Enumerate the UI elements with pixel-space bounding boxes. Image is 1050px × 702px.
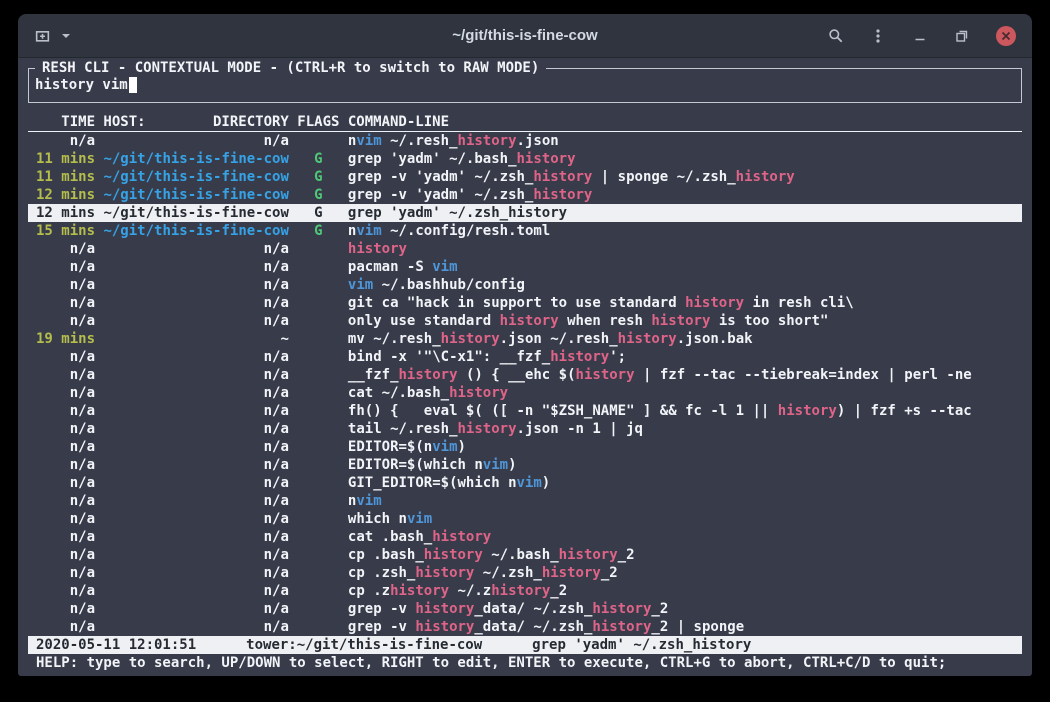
close-icon: [1001, 31, 1011, 41]
history-row[interactable]: n/a n/a EDITOR=$(which nvim): [28, 456, 1022, 474]
menu-kebab-icon: [870, 28, 886, 44]
history-row[interactable]: n/a n/a cp .zsh_history ~/.zsh_history_2: [28, 564, 1022, 582]
history-row[interactable]: n/a n/a nvim: [28, 492, 1022, 510]
terminal-content[interactable]: RESH CLI - CONTEXTUAL MODE - (CTRL+R to …: [18, 58, 1032, 676]
text-cursor: [129, 77, 137, 93]
history-row[interactable]: n/a n/a __fzf_history () { __ehc $(histo…: [28, 366, 1022, 384]
status-datetime: 2020-05-11 12:01:51: [36, 637, 196, 653]
history-row[interactable]: 19 mins ~ mv ~/.resh_history.json ~/.res…: [28, 330, 1022, 348]
history-row[interactable]: n/a n/a tail ~/.resh_history.json -n 1 |…: [28, 420, 1022, 438]
restore-button[interactable]: [954, 28, 970, 44]
history-row[interactable]: n/a n/a cp .bash_history ~/.bash_history…: [28, 546, 1022, 564]
history-row[interactable]: n/a n/a bind -x '"\C-x1": __fzf_history'…: [28, 348, 1022, 366]
menu-button[interactable]: [870, 28, 886, 44]
new-tab-button[interactable]: [34, 27, 51, 44]
desktop: { "window": { "title": "~/git/this-is-fi…: [0, 0, 1050, 702]
status-location: tower:~/git/this-is-fine-cow: [246, 637, 482, 653]
close-button[interactable]: [996, 26, 1016, 46]
history-row[interactable]: 11 mins ~/git/this-is-fine-cow G grep 'y…: [28, 150, 1022, 168]
history-row[interactable]: n/a n/a history: [28, 240, 1022, 258]
new-tab-dropdown-button[interactable]: [61, 31, 71, 41]
resh-search-box[interactable]: RESH CLI - CONTEXTUAL MODE - (CTRL+R to …: [28, 68, 1022, 103]
minimize-icon: [912, 28, 928, 44]
search-query-input[interactable]: history vim: [35, 77, 128, 93]
titlebar-right-controls: [828, 26, 1032, 46]
history-row[interactable]: 12 mins ~/git/this-is-fine-cow G grep 'y…: [28, 204, 1022, 222]
restore-icon: [954, 28, 970, 44]
history-row[interactable]: 15 mins ~/git/this-is-fine-cow G nvim ~/…: [28, 222, 1022, 240]
history-row[interactable]: n/a n/a cat .bash_history: [28, 528, 1022, 546]
history-row[interactable]: n/a n/a git ca "hack in support to use s…: [28, 294, 1022, 312]
terminal-window: ~/git/this-is-fine-cow: [18, 14, 1032, 676]
table-header: TIME HOST: DIRECTORY FLAGS COMMAND-LINE: [28, 113, 1022, 132]
status-bar: 2020-05-11 12:01:51 tower:~/git/this-is-f…: [28, 636, 1022, 654]
help-line: HELP: type to search, UP/DOWN to select,…: [28, 654, 1022, 672]
history-row[interactable]: 11 mins ~/git/this-is-fine-cow G grep -v…: [28, 168, 1022, 186]
history-row[interactable]: n/a n/a grep -v history_data/ ~/.zsh_his…: [28, 618, 1022, 636]
history-row[interactable]: n/a n/a pacman -S vim: [28, 258, 1022, 276]
history-row[interactable]: n/a n/a GIT_EDITOR=$(which nvim): [28, 474, 1022, 492]
history-row[interactable]: n/a n/a cp .zhistory ~/.zhistory_2: [28, 582, 1022, 600]
history-row[interactable]: n/a n/a EDITOR=$(nvim): [28, 438, 1022, 456]
dropdown-caret-icon: [61, 31, 71, 41]
resh-mode-label: RESH CLI - CONTEXTUAL MODE - (CTRL+R to …: [35, 59, 546, 77]
history-list: n/a n/a nvim ~/.resh_history.json11 mins…: [28, 132, 1022, 636]
search-icon: [828, 28, 844, 44]
titlebar-left-controls: [18, 27, 71, 44]
history-row[interactable]: n/a n/a fh() { eval $( ([ -n "$ZSH_NAME"…: [28, 402, 1022, 420]
history-row[interactable]: n/a n/a only use standard history when r…: [28, 312, 1022, 330]
history-row[interactable]: n/a n/a which nvim: [28, 510, 1022, 528]
history-row[interactable]: n/a n/a grep -v history_data/ ~/.zsh_his…: [28, 600, 1022, 618]
minimize-button[interactable]: [912, 28, 928, 44]
history-row[interactable]: n/a n/a nvim ~/.resh_history.json: [28, 132, 1022, 150]
history-row[interactable]: n/a n/a cat ~/.bash_history: [28, 384, 1022, 402]
new-tab-icon: [34, 27, 51, 44]
history-row[interactable]: 12 mins ~/git/this-is-fine-cow G grep -v…: [28, 186, 1022, 204]
history-row[interactable]: n/a n/a vim ~/.bashhub/config: [28, 276, 1022, 294]
status-command: grep 'yadm' ~/.zsh_history: [532, 637, 751, 653]
search-button[interactable]: [828, 28, 844, 44]
titlebar[interactable]: ~/git/this-is-fine-cow: [18, 14, 1032, 58]
